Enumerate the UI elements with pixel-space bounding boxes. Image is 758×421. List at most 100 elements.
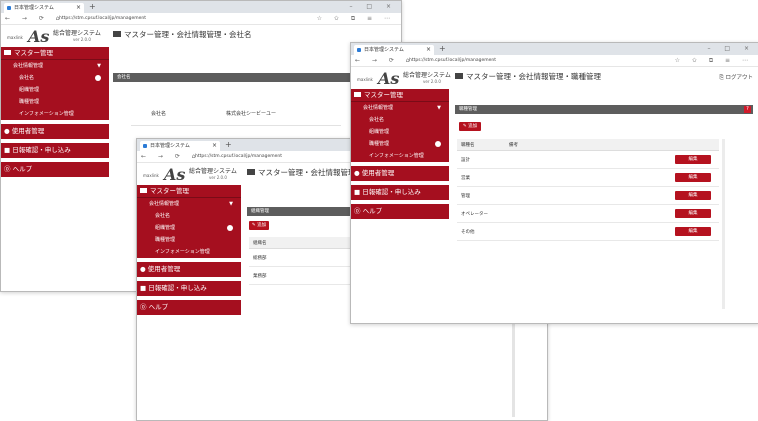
building-icon [455, 73, 463, 79]
nav-icons[interactable]: ← → ⟳ ⌂ [5, 13, 65, 24]
logout-button[interactable]: ⎘ ログアウト [719, 73, 753, 82]
position-name: 設計 [457, 150, 505, 169]
sidebar-item-department[interactable]: 組織管理 [351, 126, 449, 138]
window-controls[interactable]: – □ × [707, 43, 755, 55]
edit-button[interactable]: 編集 [675, 227, 711, 236]
sidebar-item-department[interactable]: 組織管理 [1, 84, 109, 96]
sidebar-item-company-info[interactable]: 会社情報管理 ▼ [1, 60, 109, 72]
sidebar-item-label: インフォメーション管理 [155, 249, 210, 255]
edit-button[interactable]: 編集 [675, 155, 711, 164]
version-label: ver 2.0.0 [73, 37, 91, 42]
sidebar-item-label: マスター管理 [150, 187, 189, 195]
sidebar-item-label: 使用者管理 [361, 169, 395, 177]
field-label: 会社名 [151, 111, 167, 117]
close-tab-icon[interactable]: × [426, 45, 431, 55]
url-field[interactable]: https://stm.cpsuf.local/jp/management [195, 153, 282, 160]
sidebar-item-confirm[interactable]: ■ 日報確認・申し込み [351, 185, 449, 200]
sidebar: マスター管理 会社情報管理 ▼ 会社名 組織管理 職種管理 インフォメーション管理… [137, 185, 241, 315]
sidebar-item-users[interactable]: ● 使用者管理 [137, 262, 241, 277]
sidebar-item-help[interactable]: ⓪ ヘルプ [137, 300, 241, 315]
sidebar-item-label: ヘルプ [362, 207, 383, 215]
add-button[interactable]: ✎ 追加 [459, 122, 481, 131]
window-controls[interactable]: – □ × [349, 1, 397, 13]
table-cell: 編集 [663, 150, 719, 169]
sidebar-item-users[interactable]: ● 使用者管理 [1, 124, 109, 139]
table-cell: 編集 [663, 168, 719, 187]
browser-tab[interactable]: 日本管理システム × [354, 45, 434, 55]
browser-toolbar-icons[interactable]: ☆ ✩ ⧉ ≡ ⋯ [317, 13, 395, 24]
sidebar-item-information[interactable]: インフォメーション管理 [137, 246, 241, 258]
table-row[interactable]: その他 編集 [457, 222, 719, 241]
sidebar-item-position[interactable]: 職種管理 [1, 96, 109, 108]
new-tab-button[interactable]: + [225, 139, 232, 151]
sidebar-item-company-name[interactable]: 会社名 [351, 114, 449, 126]
active-dot-icon [435, 141, 441, 147]
new-tab-button[interactable]: + [439, 43, 446, 55]
sidebar-item-help[interactable]: ⓪ ヘルプ [351, 204, 449, 219]
table-row[interactable]: 管理 編集 [457, 186, 719, 205]
active-dot-icon [95, 75, 101, 81]
sidebar-item-label: 日報確認・申し込み [148, 284, 207, 292]
caret-down-icon: ▼ [229, 201, 233, 207]
sidebar-item-information[interactable]: インフォメーション管理 [351, 150, 449, 162]
sidebar-item-users[interactable]: ● 使用者管理 [351, 166, 449, 181]
table-row[interactable]: 設計 編集 [457, 150, 719, 169]
browser-tab[interactable]: 日本管理システム × [4, 3, 84, 13]
sidebar-item-position[interactable]: 職種管理 [137, 234, 241, 246]
nav-icons[interactable]: ← → ⟳ ⌂ [141, 151, 201, 162]
edit-button[interactable]: 編集 [675, 191, 711, 200]
version-label: ver 2.0.0 [423, 79, 441, 84]
panel-header: 職種管理? [455, 105, 753, 114]
sidebar-item-master[interactable]: マスター管理 [1, 47, 109, 60]
table-cell [505, 186, 663, 205]
sidebar-item-company-name[interactable]: 会社名 [137, 210, 241, 222]
sidebar-item-company-info[interactable]: 会社情報管理 ▼ [137, 198, 241, 210]
sidebar-item-label: 会社名 [369, 117, 385, 123]
panel-title: 会社名 [117, 75, 131, 80]
logo-prefix: maxlink [357, 77, 373, 82]
edit-button[interactable]: 編集 [675, 173, 711, 182]
company-name-value[interactable]: 株式会社シービーユー [226, 110, 276, 117]
sidebar-item-confirm[interactable]: ■ 日報確認・申し込み [1, 143, 109, 158]
building-icon [113, 31, 121, 37]
position-name: オペレーター [457, 204, 505, 223]
sidebar-item-confirm[interactable]: ■ 日報確認・申し込み [137, 281, 241, 296]
nav-icons[interactable]: ← → ⟳ ⌂ [355, 55, 415, 66]
browser-toolbar-icons[interactable]: ☆ ✩ ⧉ ≡ ⋯ [675, 55, 753, 66]
table-cell [505, 204, 663, 223]
favicon-icon [357, 48, 361, 52]
building-icon [140, 188, 147, 193]
add-button-label: 追加 [468, 124, 478, 129]
add-button[interactable]: ✎ 追加 [249, 221, 269, 230]
logo-mark: As [28, 27, 50, 46]
edit-button[interactable]: 編集 [675, 209, 711, 218]
url-field[interactable]: https://stm.cpsuf.local/jp/management [409, 57, 496, 64]
logo-prefix: maxlink [143, 173, 159, 178]
sidebar-item-label: 日報確認・申し込み [362, 188, 421, 196]
sidebar-item-label: マスター管理 [364, 91, 403, 99]
sidebar-item-information[interactable]: インフォメーション管理 [1, 108, 109, 120]
browser-tab[interactable]: 日本管理システム × [140, 141, 220, 151]
table-cell [505, 168, 663, 187]
table-row[interactable]: オペレーター 編集 [457, 204, 719, 223]
building-icon [247, 169, 255, 175]
table-row[interactable]: 営業 編集 [457, 168, 719, 187]
sidebar-item-master[interactable]: マスター管理 [351, 89, 449, 102]
table-cell [505, 150, 663, 169]
sidebar-item-department[interactable]: 組織管理 [137, 222, 241, 234]
scrollbar[interactable] [722, 139, 725, 309]
sidebar-item-company-info[interactable]: 会社情報管理 ▼ [351, 102, 449, 114]
new-tab-button[interactable]: + [89, 1, 96, 13]
sidebar-item-help[interactable]: ⓪ ヘルプ [1, 162, 109, 177]
position-name: その他 [457, 222, 505, 241]
page-title: マスター管理・会社情報管理・会社名 [113, 29, 252, 40]
sidebar-item-position[interactable]: 職種管理 [351, 138, 449, 150]
sidebar-item-master[interactable]: マスター管理 [137, 185, 241, 198]
sidebar-item-company-name[interactable]: 会社名 [1, 72, 109, 84]
help-badge[interactable]: ? [744, 106, 751, 113]
close-tab-icon[interactable]: × [212, 141, 217, 151]
url-field[interactable]: https://stm.cpsuf.local/jp/management [59, 15, 146, 22]
close-tab-icon[interactable]: × [76, 3, 81, 13]
table-cell: 編集 [663, 204, 719, 223]
address-bar: ← → ⟳ ⌂ https://stm.cpsuf.local/jp/manag… [351, 55, 758, 67]
